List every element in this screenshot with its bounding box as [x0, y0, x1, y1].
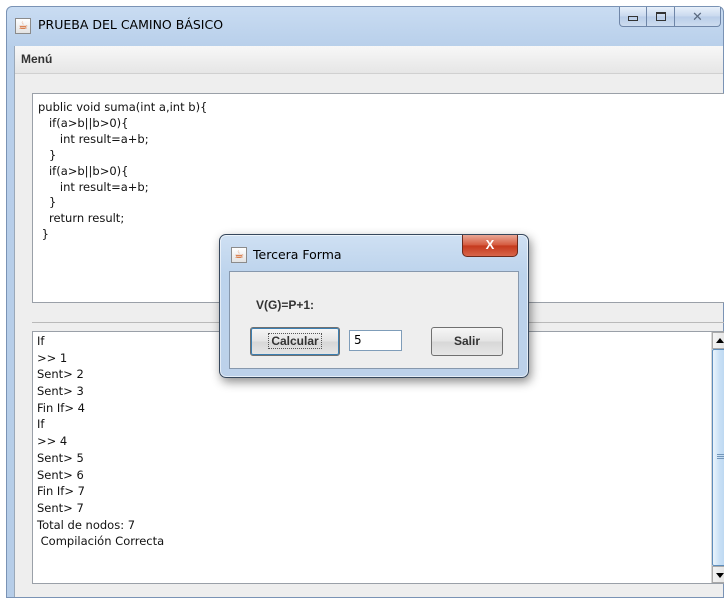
menu-item-menu[interactable]: Menú [21, 52, 52, 66]
java-cup-icon: ☕ [15, 18, 31, 34]
caption-buttons: ✕ [619, 7, 721, 29]
result-field[interactable]: 5 [349, 330, 402, 351]
output-line: Sent> 5 [37, 450, 84, 465]
scroll-thumb[interactable] [712, 349, 724, 566]
output-lines: If >> 1 Sent> 2 Sent> 3 Fin If> 4 If >> … [37, 333, 164, 550]
output-line: If [37, 334, 45, 348]
output-line: Fin If> 4 [37, 400, 85, 415]
java-cup-icon: ☕ [231, 247, 247, 263]
scroll-up-button[interactable] [712, 332, 724, 349]
output-line: Sent> 6 [37, 467, 84, 482]
output-line: Compilación Correcta [37, 534, 165, 549]
minimize-button[interactable] [619, 7, 647, 27]
close-icon: ✕ [692, 8, 703, 24]
dialog-body: V(G)=P+1: Calcular 5 Salir [229, 271, 519, 369]
calculate-label: Calcular [268, 333, 322, 349]
arrow-down-icon [716, 573, 724, 578]
title-bar[interactable]: ☕ PRUEBA DEL CAMINO BÁSICO ✕ [7, 7, 723, 47]
output-line: >> 1 [37, 350, 68, 365]
dialog-title: Tercera Forma [253, 247, 342, 262]
output-line: >> 4 [37, 434, 68, 449]
output-line: Sent> 2 [37, 367, 84, 382]
output-line: Total de nodos: 7 [37, 517, 136, 532]
window-title: PRUEBA DEL CAMINO BÁSICO [38, 17, 224, 32]
output-line: Fin If> 7 [37, 484, 85, 499]
close-button[interactable]: ✕ [675, 7, 721, 27]
calculate-button[interactable]: Calcular [250, 327, 340, 356]
code-text: public void suma(int a,int b){ if(a>b||b… [38, 100, 208, 242]
dialog-tercera-forma: ☕ Tercera Forma X V(G)=P+1: Calcular 5 S… [219, 234, 529, 378]
menu-bar: Menú [15, 46, 723, 74]
maximize-icon [655, 12, 666, 21]
formula-label: V(G)=P+1: [256, 298, 315, 312]
minimize-icon [628, 16, 638, 21]
grip-icon [717, 454, 724, 455]
exit-button[interactable]: Salir [431, 327, 503, 356]
output-line: If [37, 417, 45, 432]
output-line: Sent> 3 [37, 384, 84, 399]
close-icon: X [485, 237, 495, 252]
output-line: Sent> 7 [37, 500, 84, 515]
dialog-close-button[interactable]: X [462, 235, 518, 257]
vertical-scrollbar[interactable] [711, 332, 724, 583]
scroll-down-button[interactable] [712, 566, 724, 583]
arrow-up-icon [716, 338, 724, 343]
maximize-button[interactable] [647, 7, 675, 27]
